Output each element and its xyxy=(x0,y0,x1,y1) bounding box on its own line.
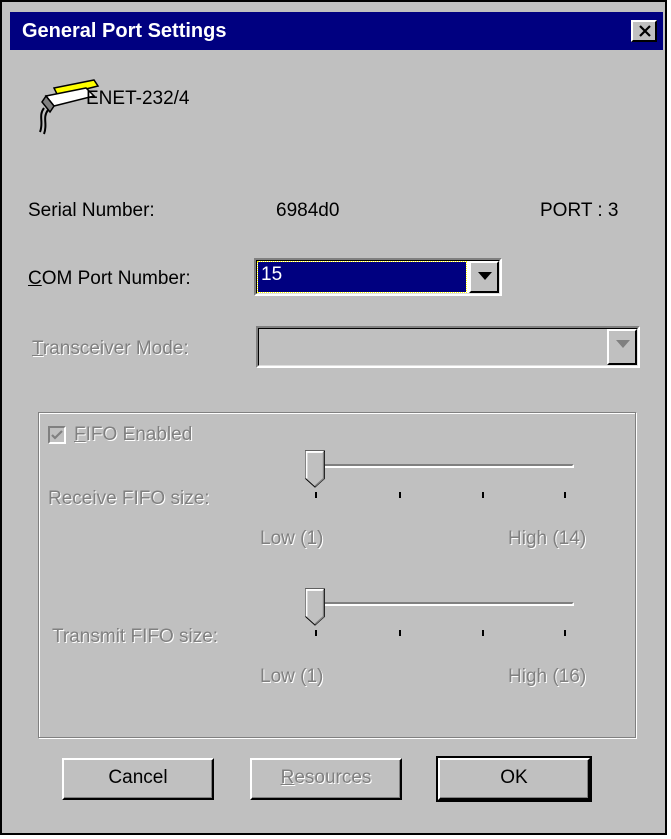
resources-button[interactable]: Resources xyxy=(250,758,402,800)
receive-fifo-tick xyxy=(399,492,401,498)
com-port-label: COM Port Number: xyxy=(28,268,191,289)
general-port-settings-dialog: General Port Settings ENET-232/4 Serial … xyxy=(0,0,667,835)
transmit-fifo-low-label: Low (1) xyxy=(260,666,324,687)
checkmark-icon xyxy=(51,430,63,440)
transmit-fifo-track[interactable] xyxy=(314,602,574,606)
transmit-fifo-slider-thumb[interactable] xyxy=(304,588,326,626)
ok-button[interactable]: OK xyxy=(436,756,592,802)
window-title: General Port Settings xyxy=(22,20,227,42)
receive-fifo-tick xyxy=(315,492,317,498)
transmit-fifo-tick xyxy=(399,630,401,636)
transceiver-mode-label: Transceiver Mode: xyxy=(32,338,189,359)
transceiver-dropdown-button[interactable] xyxy=(607,329,637,365)
serial-number-value: 6984d0 xyxy=(276,200,340,221)
receive-fifo-tick xyxy=(482,492,484,498)
transmit-fifo-tick xyxy=(315,630,317,636)
transmit-fifo-label: Transmit FIFO size: xyxy=(52,626,219,647)
receive-fifo-slider-thumb[interactable] xyxy=(304,450,326,488)
receive-fifo-track[interactable] xyxy=(314,464,574,468)
cancel-button[interactable]: Cancel xyxy=(62,758,214,800)
transmit-fifo-high-label: High (16) xyxy=(508,666,587,687)
com-port-value: 15 xyxy=(257,261,467,293)
receive-fifo-high-label: High (14) xyxy=(508,528,587,549)
device-name: ENET-232/4 xyxy=(86,88,190,109)
chevron-down-icon xyxy=(616,340,630,348)
transceiver-mode-select[interactable] xyxy=(256,326,640,368)
close-icon xyxy=(639,25,651,37)
close-button[interactable] xyxy=(631,20,657,42)
chevron-down-icon xyxy=(478,272,492,280)
transmit-fifo-tick xyxy=(564,630,566,636)
serial-number-label: Serial Number: xyxy=(28,200,155,221)
com-port-dropdown-button[interactable] xyxy=(469,261,499,293)
com-port-select[interactable]: 15 xyxy=(254,258,502,296)
title-bar[interactable]: General Port Settings xyxy=(10,12,663,50)
fifo-enabled-label: FIFO Enabled xyxy=(74,424,193,445)
transmit-fifo-tick xyxy=(482,630,484,636)
port-number-label: PORT : 3 xyxy=(540,200,619,221)
receive-fifo-tick xyxy=(564,492,566,498)
fifo-group xyxy=(38,412,636,738)
fifo-enabled-checkbox[interactable] xyxy=(48,426,66,444)
receive-fifo-low-label: Low (1) xyxy=(260,528,324,549)
receive-fifo-label: Receive FIFO size: xyxy=(48,488,210,509)
